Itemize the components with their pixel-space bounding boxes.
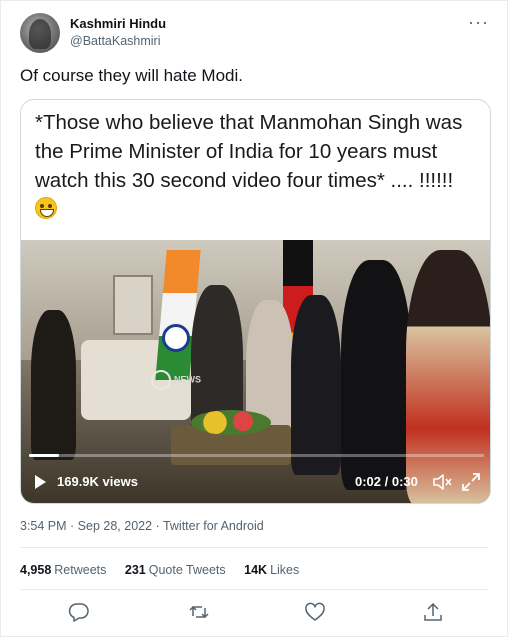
tweet-stats: 4,958 Retweets 231 Quote Tweets 14K Likes (20, 563, 314, 577)
fullscreen-icon[interactable] (459, 470, 483, 494)
tweet-date[interactable]: Sep 28, 2022 (78, 519, 152, 533)
video-timecode: 0:02 / 0:30 (355, 474, 418, 489)
tweet-source[interactable]: Twitter for Android (163, 519, 264, 533)
tweet-text: Of course they will hate Modi. (20, 66, 243, 85)
divider (20, 547, 488, 548)
stat-likes[interactable]: 14K Likes (244, 563, 299, 577)
stat-quote-tweets[interactable]: 231 Quote Tweets (125, 563, 226, 577)
stat-likes-label: Likes (270, 563, 300, 577)
stat-retweets-label: Retweets (54, 563, 107, 577)
stat-quote-tweets-count: 231 (124, 563, 146, 577)
play-icon[interactable] (35, 475, 46, 489)
reply-icon[interactable] (68, 601, 90, 623)
avatar[interactable] (20, 13, 60, 53)
media-caption: *Those who believe that Manmohan Singh w… (35, 108, 475, 224)
retweet-icon[interactable] (188, 601, 210, 623)
meta-separator-2: · (152, 519, 163, 533)
tweet-actions (20, 601, 491, 623)
grinning-face-emoji-icon (35, 197, 57, 219)
video-controls: 169.9K views 0:02 / 0:30 (21, 466, 490, 500)
share-icon[interactable] (422, 601, 444, 623)
tweet-time[interactable]: 3:54 PM (20, 519, 67, 533)
video-progress-fill (29, 454, 60, 457)
more-horizontal-icon[interactable]: ··· (468, 13, 489, 31)
tweet-header: Kashmiri Hindu @BattaKashmiri ··· (20, 13, 495, 53)
video-player[interactable]: NEWS 169.9K views 0:02 / 0:30 (21, 240, 490, 503)
tweet-meta: 3:54 PM · Sep 28, 2022 · Twitter for And… (20, 519, 264, 533)
author-name[interactable]: Kashmiri Hindu (70, 16, 166, 31)
mute-icon[interactable] (432, 473, 452, 491)
author-handle[interactable]: @BattaKashmiri (70, 34, 161, 48)
tweet-card: Kashmiri Hindu @BattaKashmiri ··· Of cou… (0, 0, 508, 637)
media-card[interactable]: *Those who believe that Manmohan Singh w… (20, 99, 491, 504)
like-icon[interactable] (304, 601, 326, 623)
stat-quote-tweets-label: Quote Tweets (148, 563, 226, 577)
media-caption-text: *Those who believe that Manmohan Singh w… (35, 111, 463, 192)
video-progress-bar[interactable] (29, 454, 484, 457)
divider (20, 589, 488, 590)
stat-retweets[interactable]: 4,958 Retweets (20, 563, 106, 577)
watermark-text: NEWS (174, 374, 201, 385)
stat-likes-count: 14K (244, 563, 268, 577)
video-views: 169.9K views (57, 474, 138, 489)
video-watermark: NEWS (151, 370, 206, 400)
meta-separator: · (66, 519, 78, 533)
stat-retweets-count: 4,958 (20, 563, 52, 577)
